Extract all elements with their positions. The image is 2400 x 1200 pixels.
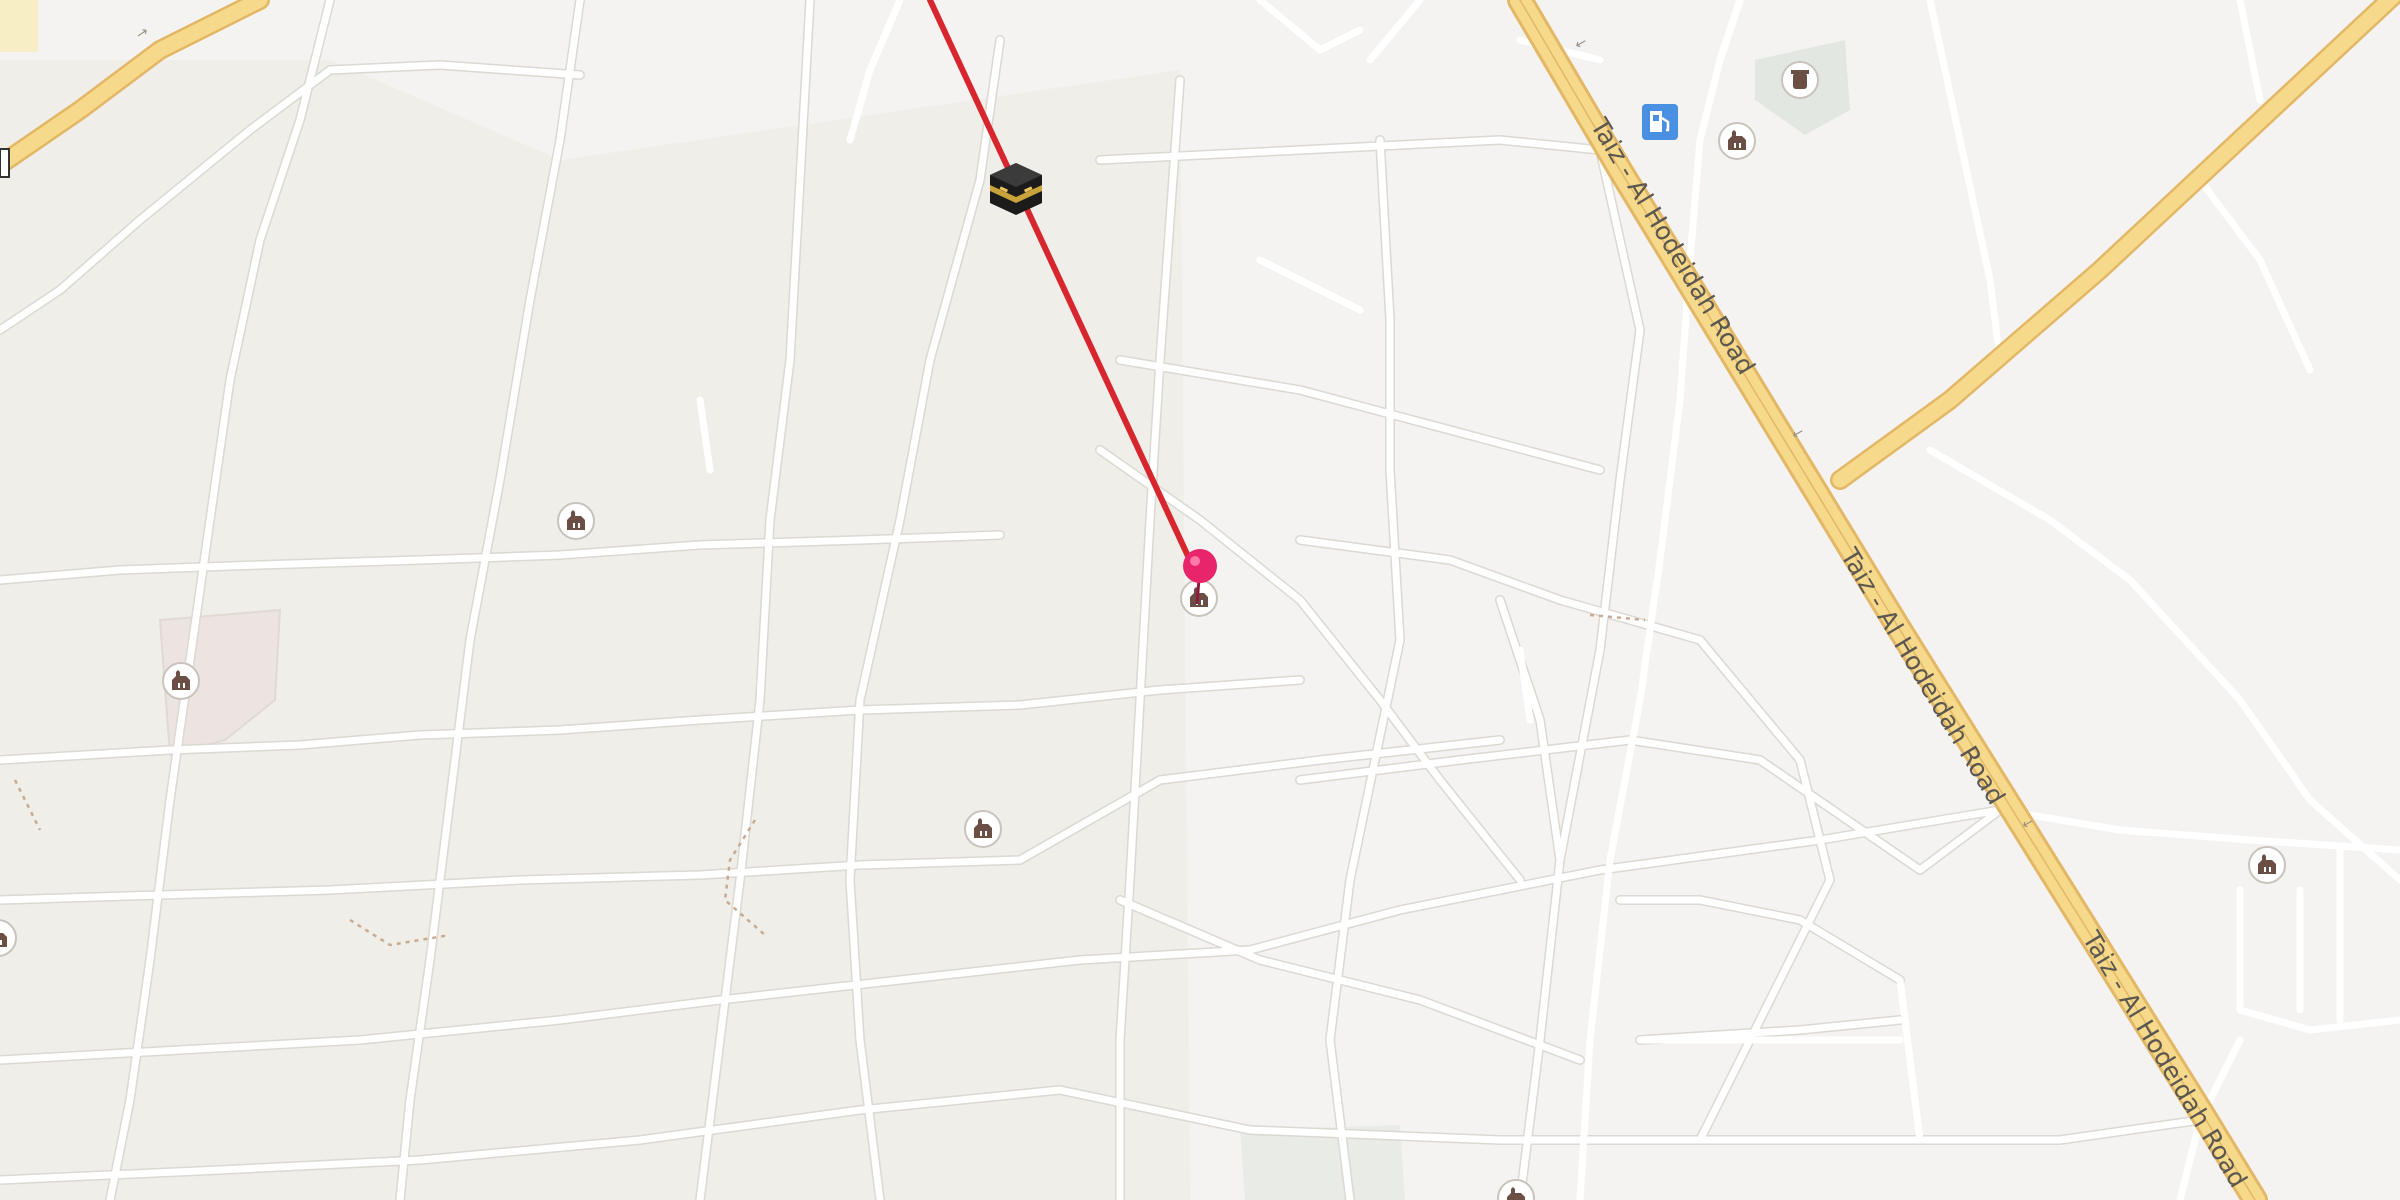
mosque-icon[interactable] xyxy=(1718,122,1756,160)
mosque-icon[interactable] xyxy=(162,662,200,700)
map-canvas[interactable]: ← ← ← → Taiz - Al Hodeidah Road Taiz - A… xyxy=(0,0,2400,1200)
fuel-station-icon[interactable] xyxy=(1642,104,1678,140)
mosque-icon[interactable] xyxy=(2248,846,2286,884)
mosque-icon[interactable] xyxy=(557,502,595,540)
mosque-icon[interactable] xyxy=(964,810,1002,848)
cemetery-icon[interactable] xyxy=(1781,61,1819,99)
map-base: ← ← ← → Taiz - Al Hodeidah Road Taiz - A… xyxy=(0,0,2400,1200)
